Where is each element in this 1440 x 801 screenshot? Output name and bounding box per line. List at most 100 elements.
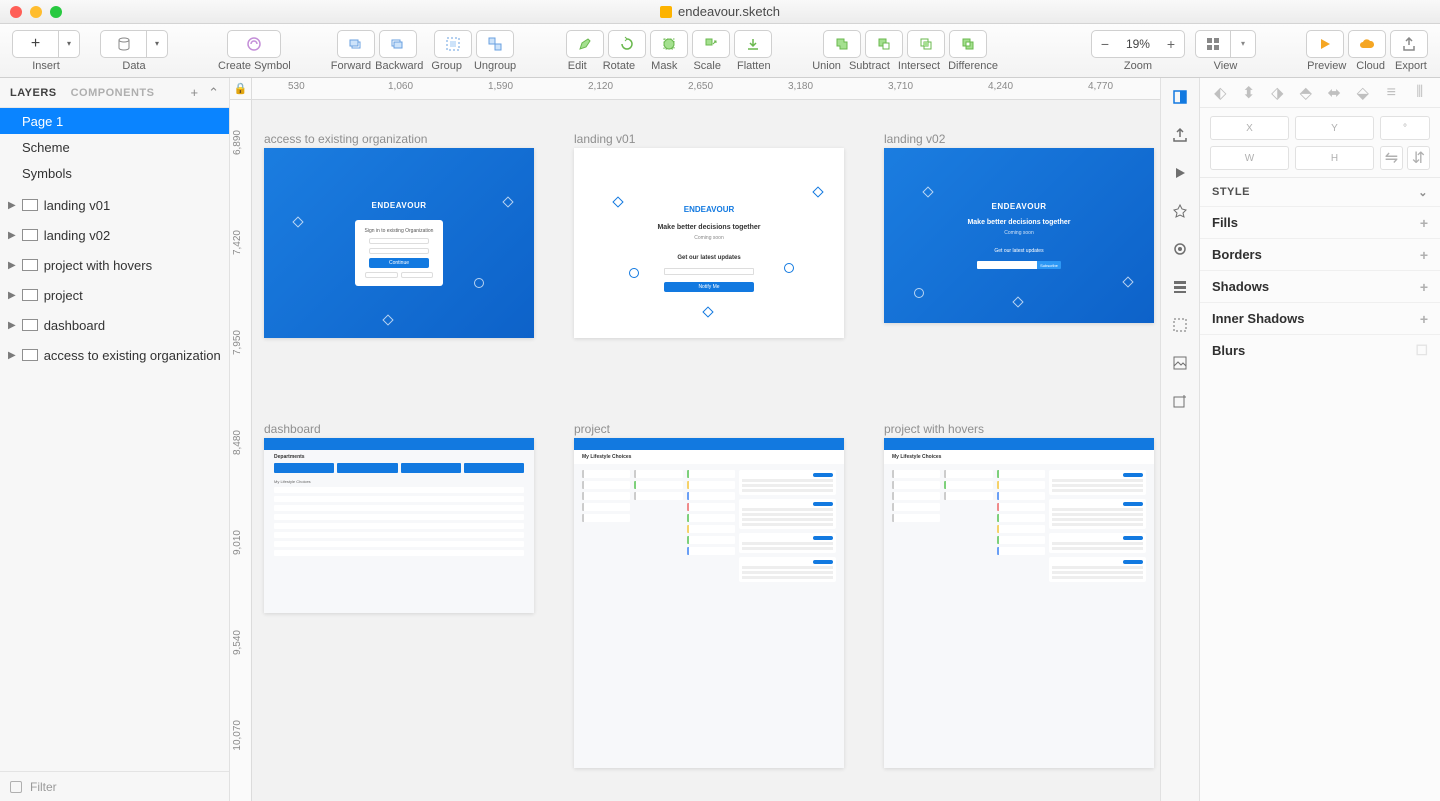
layer-item[interactable]: ▶landing v01 bbox=[0, 190, 229, 220]
difference-button[interactable] bbox=[949, 30, 987, 58]
disclosure-icon[interactable]: ▶ bbox=[8, 290, 16, 301]
artboard-dashboard[interactable]: Departments My Lifestyle Choices bbox=[264, 438, 534, 613]
add-fill-button[interactable]: + bbox=[1420, 215, 1428, 231]
rail-add-image-icon[interactable] bbox=[1169, 390, 1191, 412]
coord-x-field[interactable]: X bbox=[1210, 116, 1289, 140]
coord-y-field[interactable]: Y bbox=[1295, 116, 1374, 140]
fills-section[interactable]: Fills + bbox=[1200, 206, 1440, 238]
ruler-lock-icon[interactable]: 🔒 bbox=[230, 78, 252, 99]
zoom-value[interactable]: 19% bbox=[1118, 37, 1158, 51]
flip-h-button[interactable]: ⇋ bbox=[1380, 146, 1403, 170]
distribute-h-icon[interactable]: ≡ bbox=[1383, 85, 1399, 101]
artboard-project-hovers[interactable]: My Lifestyle Choices bbox=[884, 438, 1154, 768]
artboard-label[interactable]: landing v02 bbox=[884, 132, 945, 146]
canvas[interactable]: access to existing organization ENDEAVOU… bbox=[252, 100, 1160, 801]
align-center-h-icon[interactable]: ⬍ bbox=[1241, 85, 1257, 101]
artboard-landing-v01[interactable]: ENDEAVOUR Make better decisions together… bbox=[574, 148, 844, 338]
intersect-button[interactable] bbox=[907, 30, 945, 58]
rail-layout-icon[interactable] bbox=[1169, 276, 1191, 298]
blurs-section[interactable]: Blurs☐ bbox=[1200, 334, 1440, 366]
disclosure-icon[interactable]: ▶ bbox=[8, 350, 16, 361]
rail-play-icon[interactable] bbox=[1169, 162, 1191, 184]
tab-components[interactable]: COMPONENTS bbox=[71, 87, 155, 99]
rotate-button[interactable] bbox=[608, 30, 646, 58]
subtract-button[interactable] bbox=[865, 30, 903, 58]
add-shadow-button[interactable]: + bbox=[1420, 279, 1428, 295]
layer-item[interactable]: ▶dashboard bbox=[0, 310, 229, 340]
export-button[interactable] bbox=[1390, 30, 1428, 58]
artboard-label[interactable]: dashboard bbox=[264, 422, 321, 436]
artboard-access[interactable]: ENDEAVOUR Sign in to existing Organizati… bbox=[264, 148, 534, 338]
mini-button: Notify Me bbox=[664, 282, 754, 292]
preview-button[interactable] bbox=[1306, 30, 1344, 58]
page-item[interactable]: Symbols bbox=[0, 160, 229, 186]
align-bottom-icon[interactable]: ⬙ bbox=[1355, 85, 1371, 101]
zoom-out-button[interactable]: − bbox=[1092, 31, 1118, 57]
page-item[interactable]: Page 1 bbox=[0, 108, 229, 134]
rail-export-icon[interactable] bbox=[1169, 124, 1191, 146]
ruler-tick: 6,890 bbox=[232, 130, 243, 155]
align-right-icon[interactable]: ⬗ bbox=[1269, 85, 1285, 101]
chevron-down-icon[interactable]: ⌄ bbox=[1418, 186, 1428, 199]
align-left-icon[interactable]: ⬖ bbox=[1212, 85, 1228, 101]
add-inner-shadow-button[interactable]: + bbox=[1420, 311, 1428, 327]
rail-settings-icon[interactable] bbox=[1169, 238, 1191, 260]
rail-prototype-icon[interactable] bbox=[1169, 200, 1191, 222]
borders-section[interactable]: Borders+ bbox=[1200, 238, 1440, 270]
create-symbol-button[interactable] bbox=[227, 30, 281, 58]
shadows-section[interactable]: Shadows+ bbox=[1200, 270, 1440, 302]
disclosure-icon[interactable]: ▶ bbox=[8, 230, 16, 241]
toolbar: + ▾ Insert ▾ Data Create Symbol ForwardB… bbox=[0, 24, 1440, 78]
forward-button[interactable] bbox=[337, 30, 375, 58]
flatten-button[interactable] bbox=[734, 30, 772, 58]
rail-inspector-icon[interactable] bbox=[1169, 86, 1191, 108]
scale-button[interactable] bbox=[692, 30, 730, 58]
collapse-pages-button[interactable]: ⌃ bbox=[208, 85, 219, 101]
artboard-label[interactable]: access to existing organization bbox=[264, 132, 427, 146]
artboard-label[interactable]: project bbox=[574, 422, 610, 436]
artboard-project[interactable]: My Lifestyle Choices bbox=[574, 438, 844, 768]
coord-w-field[interactable]: W bbox=[1210, 146, 1289, 170]
coord-angle-field[interactable]: ° bbox=[1380, 116, 1430, 140]
backward-button[interactable] bbox=[379, 30, 417, 58]
edit-button[interactable] bbox=[566, 30, 604, 58]
section-label: Fills bbox=[1212, 215, 1238, 230]
blur-toggle[interactable]: ☐ bbox=[1415, 342, 1428, 359]
disclosure-icon[interactable]: ▶ bbox=[8, 200, 16, 211]
align-top-icon[interactable]: ⬘ bbox=[1298, 85, 1314, 101]
artboard-label[interactable]: landing v01 bbox=[574, 132, 635, 146]
layer-item[interactable]: ▶landing v02 bbox=[0, 220, 229, 250]
insert-button[interactable]: + bbox=[12, 30, 58, 58]
cloud-button[interactable] bbox=[1348, 30, 1386, 58]
page-item[interactable]: Scheme bbox=[0, 134, 229, 160]
view-button[interactable]: ▾ bbox=[1195, 30, 1256, 58]
filter-bar[interactable]: Filter bbox=[0, 771, 229, 801]
add-border-button[interactable]: + bbox=[1420, 247, 1428, 263]
inner-shadows-section[interactable]: Inner Shadows+ bbox=[1200, 302, 1440, 334]
rail-image-icon[interactable] bbox=[1169, 352, 1191, 374]
data-dropdown[interactable]: ▾ bbox=[146, 30, 168, 58]
insert-dropdown[interactable]: ▾ bbox=[58, 30, 80, 58]
zoom-in-button[interactable]: + bbox=[1158, 31, 1184, 57]
layer-item[interactable]: ▶project bbox=[0, 280, 229, 310]
artboard-landing-v02[interactable]: ENDEAVOUR Make better decisions together… bbox=[884, 148, 1154, 323]
data-button[interactable] bbox=[100, 30, 146, 58]
align-center-v-icon[interactable]: ⬌ bbox=[1326, 85, 1342, 101]
group-button[interactable] bbox=[434, 30, 472, 58]
flip-v-button[interactable]: ⇵ bbox=[1407, 146, 1430, 170]
disclosure-icon[interactable]: ▶ bbox=[8, 260, 16, 271]
artboard-icon bbox=[22, 229, 38, 241]
distribute-v-icon[interactable]: ⫴ bbox=[1412, 85, 1428, 101]
rail-resize-icon[interactable] bbox=[1169, 314, 1191, 336]
add-page-button[interactable]: + bbox=[191, 85, 199, 101]
layer-item[interactable]: ▶project with hovers bbox=[0, 250, 229, 280]
card-heading: Sign in to existing Organization bbox=[365, 228, 434, 234]
mask-button[interactable] bbox=[650, 30, 688, 58]
union-button[interactable] bbox=[823, 30, 861, 58]
layer-item[interactable]: ▶access to existing organization bbox=[0, 340, 229, 370]
artboard-label[interactable]: project with hovers bbox=[884, 422, 984, 436]
coord-h-field[interactable]: H bbox=[1295, 146, 1374, 170]
ungroup-button[interactable] bbox=[476, 30, 514, 58]
disclosure-icon[interactable]: ▶ bbox=[8, 320, 16, 331]
tab-layers[interactable]: LAYERS bbox=[10, 87, 57, 99]
